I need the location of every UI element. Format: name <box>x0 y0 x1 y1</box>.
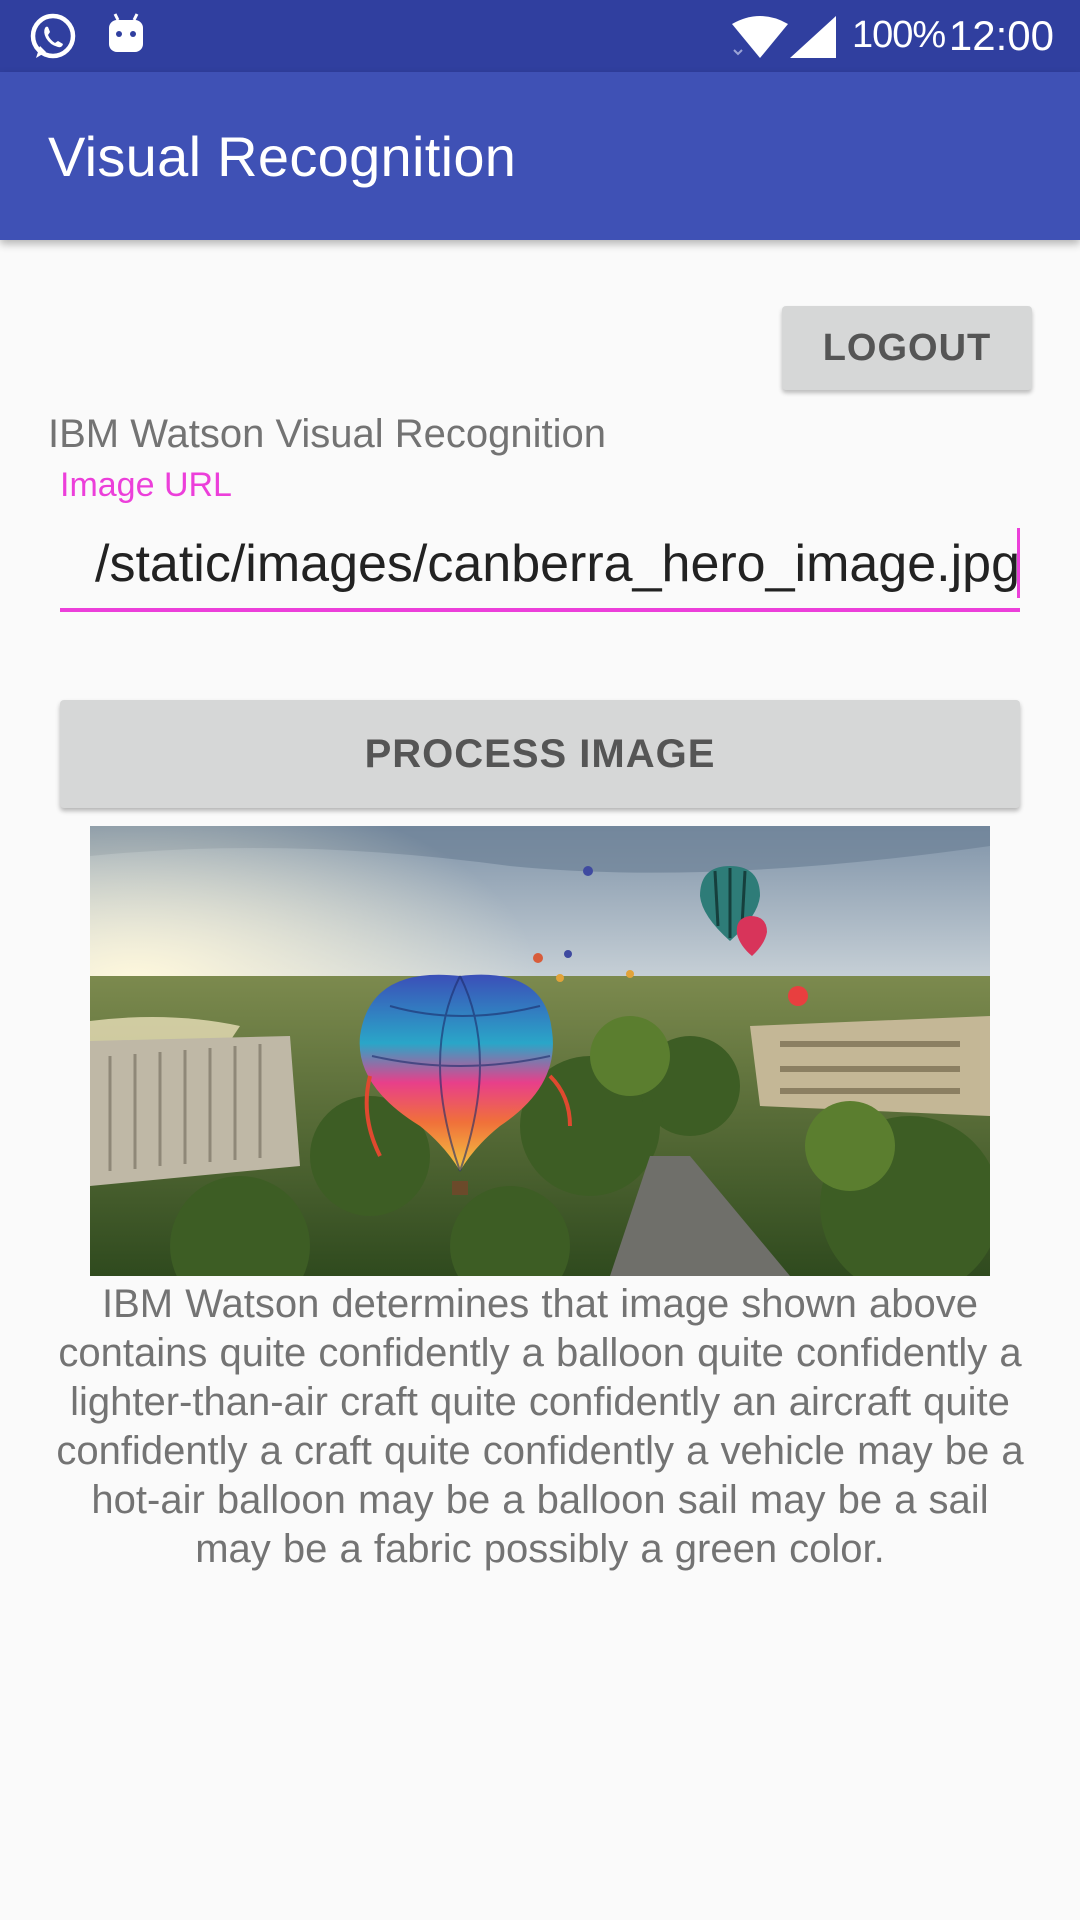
image-url-label: Image URL <box>60 466 232 504</box>
image-url-input[interactable]: /static/images/canberra_hero_image.jpg <box>60 520 1020 612</box>
logout-button[interactable]: LOGOUT <box>782 306 1032 390</box>
image-url-value: /static/images/canberra_hero_image.jpg <box>95 535 1020 593</box>
whatsapp-icon <box>28 12 78 67</box>
signal-icon <box>790 16 836 63</box>
clock: 12:00 <box>948 12 1054 59</box>
process-image-button[interactable]: PROCESS IMAGE <box>60 700 1020 808</box>
app-title: Visual Recognition <box>48 125 517 188</box>
app-bar: Visual Recognition <box>0 72 1080 240</box>
wifi-icon <box>732 16 788 63</box>
android-icon <box>106 12 146 63</box>
result-photo <box>90 826 990 1276</box>
text-cursor <box>1017 528 1020 598</box>
battery-percentage: 100% <box>852 14 946 56</box>
section-heading: IBM Watson Visual Recognition <box>48 412 607 456</box>
recognition-result-text: IBM Watson determines that image shown a… <box>56 1282 1024 1571</box>
status-bar: 100% 12:00 <box>0 0 1080 72</box>
